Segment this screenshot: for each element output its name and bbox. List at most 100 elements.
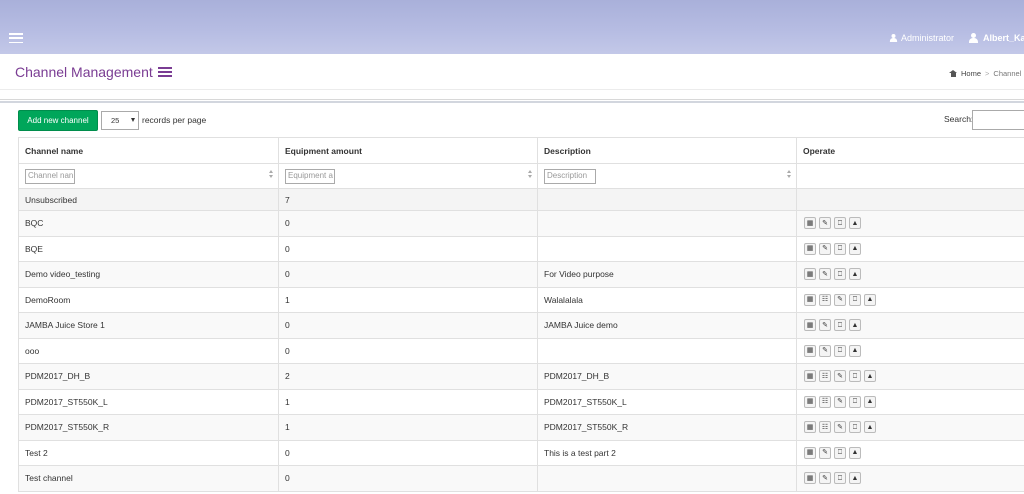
cell-name: Test 2 [18,439,279,466]
user-icon [969,33,978,43]
user-icon[interactable]: ▲ [849,319,861,332]
cell-name: BQE [18,235,279,262]
user-icon[interactable]: ▲ [849,472,861,485]
doc-icon[interactable]: ☷ [819,421,831,434]
cell-name: Test channel [18,465,279,492]
calendar-icon[interactable]: ▦ [804,268,816,281]
edit-icon[interactable]: ✎ [819,319,831,332]
calendar-icon[interactable]: ▦ [804,293,816,306]
sidebar-toggle-icon[interactable] [9,33,23,43]
edit-icon[interactable]: ✎ [819,344,831,357]
doc-icon[interactable]: ☷ [819,395,831,408]
edit-icon[interactable]: ✎ [834,293,846,306]
user-icon[interactable]: ▲ [864,395,876,408]
cell-operate: ▦ ☷ ✎ ⎕ ▲ [796,363,1024,390]
channel-panel: Add new channel 25 records per page Sear… [0,101,1024,494]
user-icon[interactable]: ▲ [849,268,861,281]
description-filter-input[interactable]: Description [544,168,596,184]
user-icon[interactable]: ▲ [864,421,876,434]
user-icon[interactable]: ▲ [849,217,861,230]
calendar-icon[interactable]: ▦ [804,472,816,485]
edit-icon[interactable]: ✎ [819,242,831,255]
edit-icon[interactable]: ✎ [834,395,846,408]
cell-amount: 0 [278,210,538,237]
operate-buttons: ▦ ☷ ✎ ⎕ ▲ [803,293,1024,306]
user-icon[interactable]: ▲ [849,446,861,459]
title-menu-icon[interactable] [157,67,172,77]
user-icon[interactable]: ▲ [849,242,861,255]
sort-icon[interactable] [528,169,533,179]
edit-icon[interactable]: ✎ [819,217,831,230]
trash-icon[interactable]: ⎕ [834,472,846,485]
calendar-icon[interactable]: ▦ [804,242,816,255]
search-label: Search: [944,114,974,124]
calendar-icon[interactable]: ▦ [804,344,816,357]
doc-icon[interactable]: ☷ [819,293,831,306]
breadcrumb-home[interactable]: Home [961,69,981,78]
administrator-label: Administrator [901,33,955,43]
filter-row: Channel nan Equipment a Description [18,163,1024,189]
table-row: BQE 0 ▦ ✎ ⎕ ▲ [18,235,1024,262]
sort-icon[interactable] [787,169,792,179]
cell-amount: 0 [278,235,538,262]
calendar-icon[interactable]: ▦ [804,446,816,459]
administrator-menu[interactable]: Administrator [889,33,954,43]
add-new-channel-button[interactable]: Add new channel [18,110,98,131]
user-icon[interactable]: ▲ [864,370,876,383]
edit-icon[interactable]: ✎ [819,268,831,281]
user-icon[interactable]: ▲ [849,344,861,357]
column-header-channel-name[interactable]: Channel name [18,137,279,164]
cell-amount: 7 [278,188,538,211]
table-row: ooo 0 ▦ ✎ ⎕ ▲ [18,337,1024,364]
cell-operate: ▦ ✎ ⎕ ▲ [796,337,1024,364]
trash-icon[interactable]: ⎕ [849,293,861,306]
cell-description [537,188,797,211]
doc-icon[interactable]: ☷ [819,370,831,383]
page-title-text: Channel Management [15,64,153,80]
table-row: PDM2017_ST550K_L 1 PDM2017_ST550K_L ▦ ☷ ✎ ⎕ ▲ [18,388,1024,415]
sort-icon[interactable] [269,169,274,179]
column-header-equipment-amount[interactable]: Equipment amount [278,137,538,164]
cell-name: ooo [18,337,279,364]
page-size-value: 25 [111,116,120,125]
trash-icon[interactable]: ⎕ [849,395,861,408]
cell-name: PDM2017_ST550K_L [18,388,279,415]
cell-name: PDM2017_ST550K_R [18,414,279,441]
search-input[interactable] [972,110,1024,130]
cell-amount: 0 [278,261,538,288]
cell-description: JAMBA Juice demo [537,312,797,339]
edit-icon[interactable]: ✎ [819,446,831,459]
trash-icon[interactable]: ⎕ [834,319,846,332]
cell-operate: ▦ ✎ ⎕ ▲ [796,465,1024,492]
user-icon[interactable]: ▲ [864,293,876,306]
cell-operate [796,188,1024,211]
calendar-icon[interactable]: ▦ [804,395,816,408]
user-menu[interactable]: Albert_Kan [969,33,1024,43]
header-divider [0,89,1024,90]
trash-icon[interactable]: ⎕ [834,268,846,281]
calendar-icon[interactable]: ▦ [804,319,816,332]
cell-name: Demo video_testing [18,261,279,288]
channel-name-filter-input[interactable]: Channel nan [25,168,75,184]
trash-icon[interactable]: ⎕ [834,242,846,255]
calendar-icon[interactable]: ▦ [804,421,816,434]
page-size-select[interactable]: 25 [101,111,139,130]
table-row: Test 2 0 This is a test part 2 ▦ ✎ ⎕ ▲ [18,439,1024,466]
filter-cell: Channel nan [18,163,279,189]
cell-amount: 1 [278,414,538,441]
trash-icon[interactable]: ⎕ [849,421,861,434]
edit-icon[interactable]: ✎ [834,370,846,383]
column-header-description[interactable]: Description [537,137,797,164]
trash-icon[interactable]: ⎕ [834,446,846,459]
equipment-amount-filter-input[interactable]: Equipment a [285,168,335,184]
calendar-icon[interactable]: ▦ [804,370,816,383]
filter-cell: Equipment a [278,163,538,189]
trash-icon[interactable]: ⎕ [849,370,861,383]
edit-icon[interactable]: ✎ [834,421,846,434]
cell-name: JAMBA Juice Store 1 [18,312,279,339]
trash-icon[interactable]: ⎕ [834,217,846,230]
edit-icon[interactable]: ✎ [819,472,831,485]
calendar-icon[interactable]: ▦ [804,217,816,230]
trash-icon[interactable]: ⎕ [834,344,846,357]
cell-operate: ▦ ☷ ✎ ⎕ ▲ [796,414,1024,441]
